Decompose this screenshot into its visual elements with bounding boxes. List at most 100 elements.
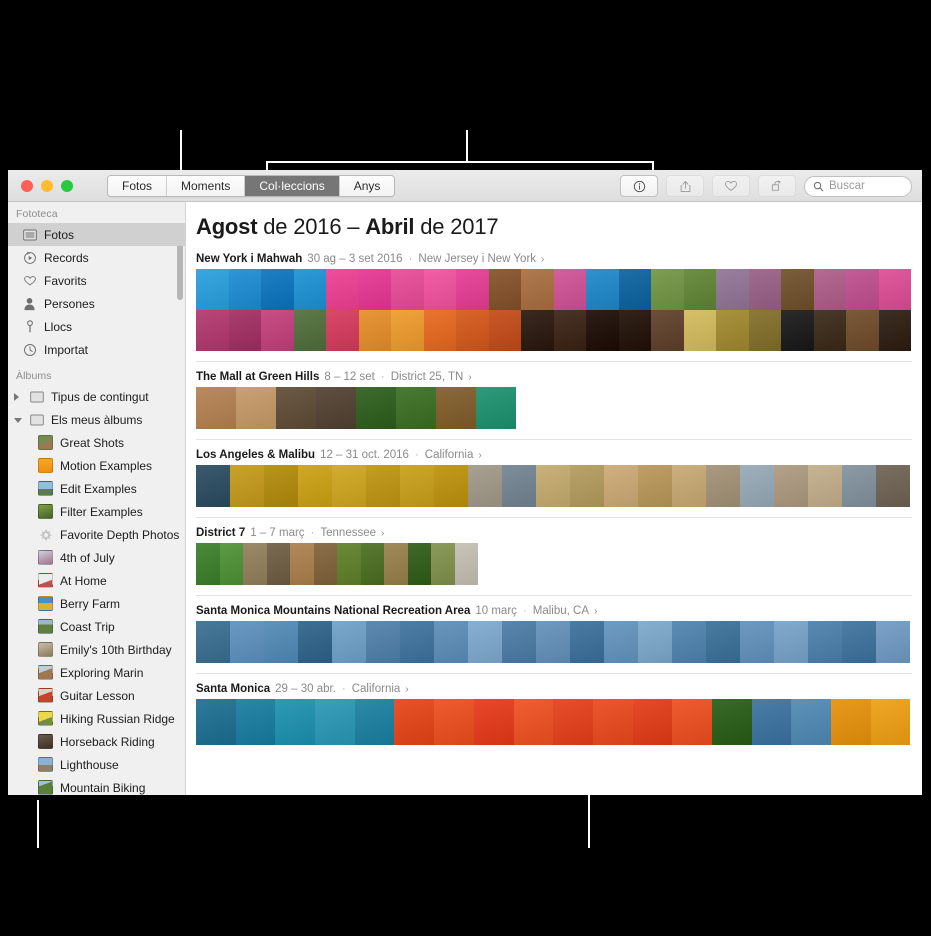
- sidebar-item-guitar-lesson[interactable]: Guitar Lesson: [8, 684, 185, 707]
- sidebar-item-favorite-depth-photos[interactable]: Favorite Depth Photos: [8, 523, 185, 546]
- photo-thumbnail[interactable]: [716, 269, 749, 310]
- photo-thumbnail[interactable]: [275, 699, 316, 745]
- sidebar-item-horseback-riding[interactable]: Horseback Riding: [8, 730, 185, 753]
- photo-strip[interactable]: [196, 310, 922, 351]
- sidebar-item-motion-examples[interactable]: Motion Examples: [8, 454, 185, 477]
- photo-strip[interactable]: [196, 269, 922, 310]
- photo-thumbnail[interactable]: [846, 269, 879, 310]
- sidebar-item-great-shots[interactable]: Great Shots: [8, 431, 185, 454]
- minimize-button[interactable]: [41, 179, 53, 192]
- photo-thumbnail[interactable]: [476, 387, 516, 429]
- photo-thumbnail[interactable]: [358, 310, 391, 351]
- sidebar-item-favorits[interactable]: Favorits: [8, 269, 185, 292]
- tab-colleccions[interactable]: Col·leccions: [245, 176, 340, 196]
- collection-header[interactable]: The Mall at Green Hills 8 – 12 set · Dis…: [196, 371, 922, 387]
- photo-thumbnail[interactable]: [293, 269, 326, 310]
- photo-thumbnail[interactable]: [521, 269, 554, 310]
- photo-thumbnail[interactable]: [332, 465, 366, 507]
- photo-thumbnail[interactable]: [468, 621, 502, 663]
- photo-thumbnail[interactable]: [536, 465, 570, 507]
- photo-thumbnail[interactable]: [400, 465, 434, 507]
- photo-thumbnail[interactable]: [774, 621, 808, 663]
- photo-thumbnail[interactable]: [813, 269, 846, 310]
- photo-thumbnail[interactable]: [808, 621, 842, 663]
- photo-thumbnail[interactable]: [391, 310, 424, 351]
- view-mode-segmented-control[interactable]: Fotos Moments Col·leccions Anys: [107, 175, 396, 197]
- photo-thumbnail[interactable]: [618, 269, 651, 310]
- chevron-right-icon[interactable]: ›: [541, 254, 544, 265]
- photo-thumbnail[interactable]: [228, 269, 261, 310]
- photo-thumbnail[interactable]: [651, 310, 684, 351]
- photo-thumbnail[interactable]: [870, 699, 911, 745]
- photo-thumbnail[interactable]: [290, 543, 314, 585]
- photo-strip[interactable]: [196, 543, 922, 585]
- photo-thumbnail[interactable]: [264, 621, 298, 663]
- collection-header[interactable]: Santa Monica Mountains National Recreati…: [196, 605, 922, 621]
- sidebar-item-persones[interactable]: Persones: [8, 292, 185, 315]
- photo-thumbnail[interactable]: [878, 269, 911, 310]
- photo-thumbnail[interactable]: [276, 387, 316, 429]
- content-area[interactable]: Agost de 2016 – Abril de 2017 New York i…: [186, 202, 922, 795]
- photo-thumbnail[interactable]: [407, 543, 431, 585]
- chevron-right-icon[interactable]: ›: [405, 684, 408, 695]
- photo-grid[interactable]: [196, 269, 922, 351]
- sidebar-item-mountain-biking[interactable]: Mountain Biking: [8, 776, 185, 795]
- sidebar-item-emilys-10th-birthday[interactable]: Emily's 10th Birthday: [8, 638, 185, 661]
- photo-thumbnail[interactable]: [400, 621, 434, 663]
- photo-thumbnail[interactable]: [536, 621, 570, 663]
- photo-thumbnail[interactable]: [876, 621, 910, 663]
- photo-thumbnail[interactable]: [391, 269, 424, 310]
- chevron-right-icon[interactable]: ›: [478, 450, 481, 461]
- photo-thumbnail[interactable]: [846, 310, 879, 351]
- photo-thumbnail[interactable]: [748, 310, 781, 351]
- photo-thumbnail[interactable]: [781, 310, 814, 351]
- photo-thumbnail[interactable]: [586, 269, 619, 310]
- photo-thumbnail[interactable]: [672, 621, 706, 663]
- photo-thumbnail[interactable]: [456, 269, 489, 310]
- sidebar-item-fotos[interactable]: Fotos: [8, 223, 185, 246]
- zoom-button[interactable]: [61, 179, 73, 192]
- photo-thumbnail[interactable]: [436, 387, 476, 429]
- tab-fotos[interactable]: Fotos: [108, 176, 168, 196]
- photo-thumbnail[interactable]: [813, 310, 846, 351]
- favorite-button[interactable]: [712, 175, 750, 197]
- photo-thumbnail[interactable]: [396, 387, 436, 429]
- photo-strip[interactable]: [196, 699, 922, 745]
- sidebar-item-berry-farm[interactable]: Berry Farm: [8, 592, 185, 615]
- photo-thumbnail[interactable]: [235, 699, 276, 745]
- chevron-down-icon[interactable]: [14, 416, 22, 424]
- photo-thumbnail[interactable]: [638, 621, 672, 663]
- sidebar-item-edit-examples[interactable]: Edit Examples: [8, 477, 185, 500]
- photo-thumbnail[interactable]: [264, 465, 298, 507]
- photo-thumbnail[interactable]: [360, 543, 384, 585]
- photo-thumbnail[interactable]: [842, 465, 876, 507]
- photo-thumbnail[interactable]: [261, 269, 294, 310]
- sidebar-item-exploring-marin[interactable]: Exploring Marin: [8, 661, 185, 684]
- tab-moments[interactable]: Moments: [167, 176, 246, 196]
- photo-thumbnail[interactable]: [243, 543, 267, 585]
- sidebar-item-filter-examples[interactable]: Filter Examples: [8, 500, 185, 523]
- collection-header[interactable]: New York i Mahwah 30 ag – 3 set 2016 · N…: [196, 253, 922, 269]
- photo-thumbnail[interactable]: [196, 387, 236, 429]
- photo-thumbnail[interactable]: [781, 269, 814, 310]
- photo-thumbnail[interactable]: [293, 310, 326, 351]
- photo-thumbnail[interactable]: [298, 465, 332, 507]
- photo-thumbnail[interactable]: [683, 310, 716, 351]
- photo-thumbnail[interactable]: [570, 621, 604, 663]
- photo-thumbnail[interactable]: [774, 465, 808, 507]
- photo-thumbnail[interactable]: [711, 699, 752, 745]
- photo-thumbnail[interactable]: [337, 543, 361, 585]
- photo-thumbnail[interactable]: [196, 621, 230, 663]
- photo-thumbnail[interactable]: [751, 699, 792, 745]
- search-field[interactable]: Buscar: [804, 175, 912, 197]
- photo-thumbnail[interactable]: [706, 465, 740, 507]
- photo-thumbnail[interactable]: [266, 543, 290, 585]
- photo-thumbnail[interactable]: [219, 543, 243, 585]
- photo-thumbnail[interactable]: [366, 621, 400, 663]
- sidebar-item-at-home[interactable]: At Home: [8, 569, 185, 592]
- close-button[interactable]: [21, 179, 33, 192]
- photo-thumbnail[interactable]: [196, 465, 230, 507]
- photo-thumbnail[interactable]: [358, 269, 391, 310]
- photo-strip[interactable]: [196, 387, 922, 429]
- photo-thumbnail[interactable]: [332, 621, 366, 663]
